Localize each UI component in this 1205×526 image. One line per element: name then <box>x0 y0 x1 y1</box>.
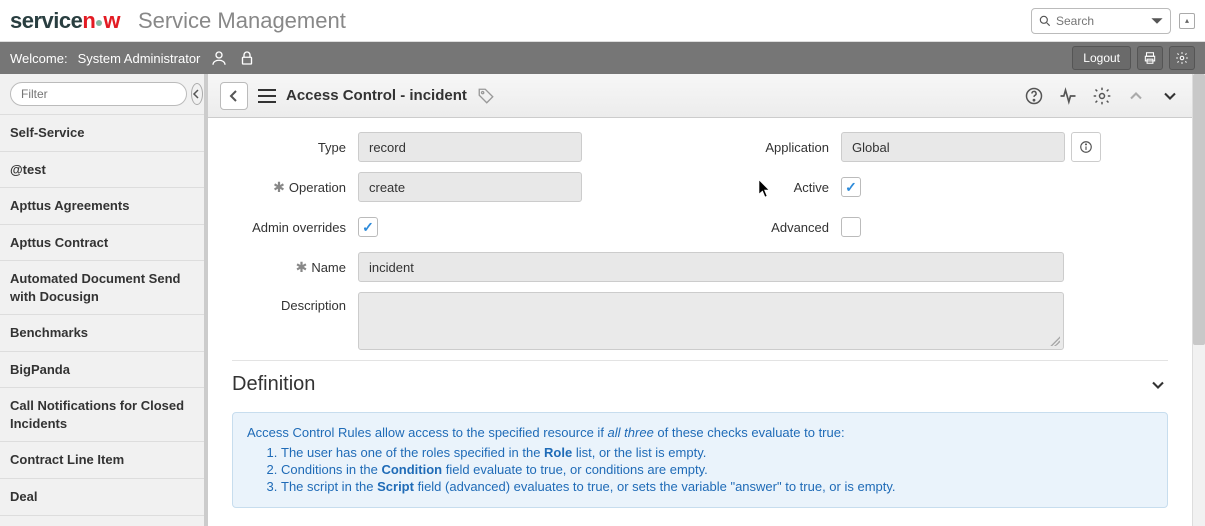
back-button[interactable] <box>220 82 248 110</box>
type-label: Type <box>318 140 346 155</box>
global-search[interactable] <box>1031 8 1171 34</box>
application-field[interactable]: Global <box>841 132 1065 162</box>
active-label: Active <box>794 180 829 195</box>
expand-collapse-button[interactable]: ▴ <box>1179 13 1195 29</box>
content-frame: Access Control - incident Type <box>205 74 1205 526</box>
welcome-label: Welcome: <box>10 51 68 66</box>
page-title: Access Control - incident <box>286 87 467 104</box>
product-name: Service Management <box>138 8 346 34</box>
chevron-left-icon <box>192 89 202 99</box>
rule-item: The script in the Script field (advanced… <box>281 478 1153 495</box>
form-menu-button[interactable] <box>258 89 276 103</box>
rules-info-box: Access Control Rules allow access to the… <box>232 412 1168 508</box>
operation-field[interactable]: create <box>358 172 582 202</box>
logout-button[interactable]: Logout <box>1072 46 1131 70</box>
admin-overrides-label: Admin overrides <box>252 220 346 235</box>
previous-record-button[interactable] <box>1126 86 1146 106</box>
nav-item[interactable]: Apttus Agreements <box>0 188 204 225</box>
nav-item[interactable]: Deal <box>0 479 204 516</box>
nav-item-list: Self-Service @test Apttus Agreements Apt… <box>0 115 204 526</box>
operation-label: Operation <box>289 180 346 195</box>
search-icon <box>1038 14 1052 28</box>
settings-button[interactable] <box>1169 46 1195 70</box>
nav-item[interactable]: BigPanda <box>0 352 204 389</box>
nav-item[interactable]: Call Notifications for Closed Incidents <box>0 388 204 442</box>
vertical-scrollbar[interactable] <box>1192 74 1205 526</box>
nav-item[interactable]: Contract Line Item <box>0 442 204 479</box>
current-user: System Administrator <box>78 51 201 66</box>
active-checkbox[interactable] <box>841 177 861 197</box>
nav-item[interactable]: Demand <box>0 516 204 526</box>
nav-item[interactable]: Apttus Contract <box>0 225 204 262</box>
logo-dot-icon <box>96 20 102 26</box>
advanced-checkbox[interactable] <box>841 217 861 237</box>
next-record-button[interactable] <box>1160 86 1180 106</box>
application-label: Application <box>765 140 829 155</box>
rule-item: The user has one of the roles specified … <box>281 444 1153 461</box>
user-bar: Welcome: System Administrator Logout <box>0 42 1205 74</box>
form-area: Type record ✱ Operation create Admin over… <box>208 118 1192 526</box>
nav-item[interactable]: Benchmarks <box>0 315 204 352</box>
required-icon: ✱ <box>273 179 285 196</box>
nav-filter-input[interactable] <box>10 82 187 106</box>
tag-icon[interactable] <box>477 87 495 105</box>
nav-item[interactable]: Self-Service <box>0 115 204 152</box>
gear-icon <box>1175 51 1189 65</box>
left-nav: Self-Service @test Apttus Agreements Apt… <box>0 74 205 526</box>
rules-intro-text: Access Control Rules allow access to the… <box>247 425 1153 440</box>
definition-title: Definition <box>232 373 315 396</box>
search-input[interactable] <box>1056 14 1136 28</box>
nav-item[interactable]: Automated Document Send with Docusign <box>0 261 204 315</box>
description-field[interactable] <box>358 292 1064 350</box>
nav-collapse-button[interactable] <box>191 83 203 105</box>
name-field[interactable]: incident <box>358 252 1064 282</box>
definition-section-header[interactable]: Definition <box>232 360 1168 406</box>
top-banner: servicenw Service Management ▴ <box>0 0 1205 42</box>
print-button[interactable] <box>1137 46 1163 70</box>
rule-item: Conditions in the Condition field evalua… <box>281 461 1153 478</box>
logo-text-service: service <box>10 8 82 34</box>
record-header: Access Control - incident <box>208 74 1192 118</box>
activity-icon[interactable] <box>1058 86 1078 106</box>
logo[interactable]: servicenw <box>10 8 120 34</box>
search-dropdown-icon[interactable] <box>1150 14 1164 28</box>
print-icon <box>1143 51 1157 65</box>
name-label: Name <box>311 260 346 275</box>
advanced-label: Advanced <box>771 220 829 235</box>
user-icon[interactable] <box>210 49 228 67</box>
nav-item[interactable]: @test <box>0 152 204 189</box>
gear-icon[interactable] <box>1092 86 1112 106</box>
info-icon <box>1079 140 1093 154</box>
chevron-left-icon <box>228 90 240 102</box>
admin-overrides-checkbox[interactable] <box>358 217 378 237</box>
scrollbar-thumb[interactable] <box>1193 74 1205 345</box>
application-info-button[interactable] <box>1071 132 1101 162</box>
logo-text-n: n <box>82 8 95 34</box>
description-label: Description <box>281 298 346 313</box>
required-icon: ✱ <box>296 259 308 276</box>
lock-icon[interactable] <box>238 49 256 67</box>
type-field[interactable]: record <box>358 132 582 162</box>
help-icon[interactable] <box>1024 86 1044 106</box>
chevron-down-icon[interactable] <box>1148 375 1168 395</box>
logo-text-w: w <box>103 8 120 34</box>
